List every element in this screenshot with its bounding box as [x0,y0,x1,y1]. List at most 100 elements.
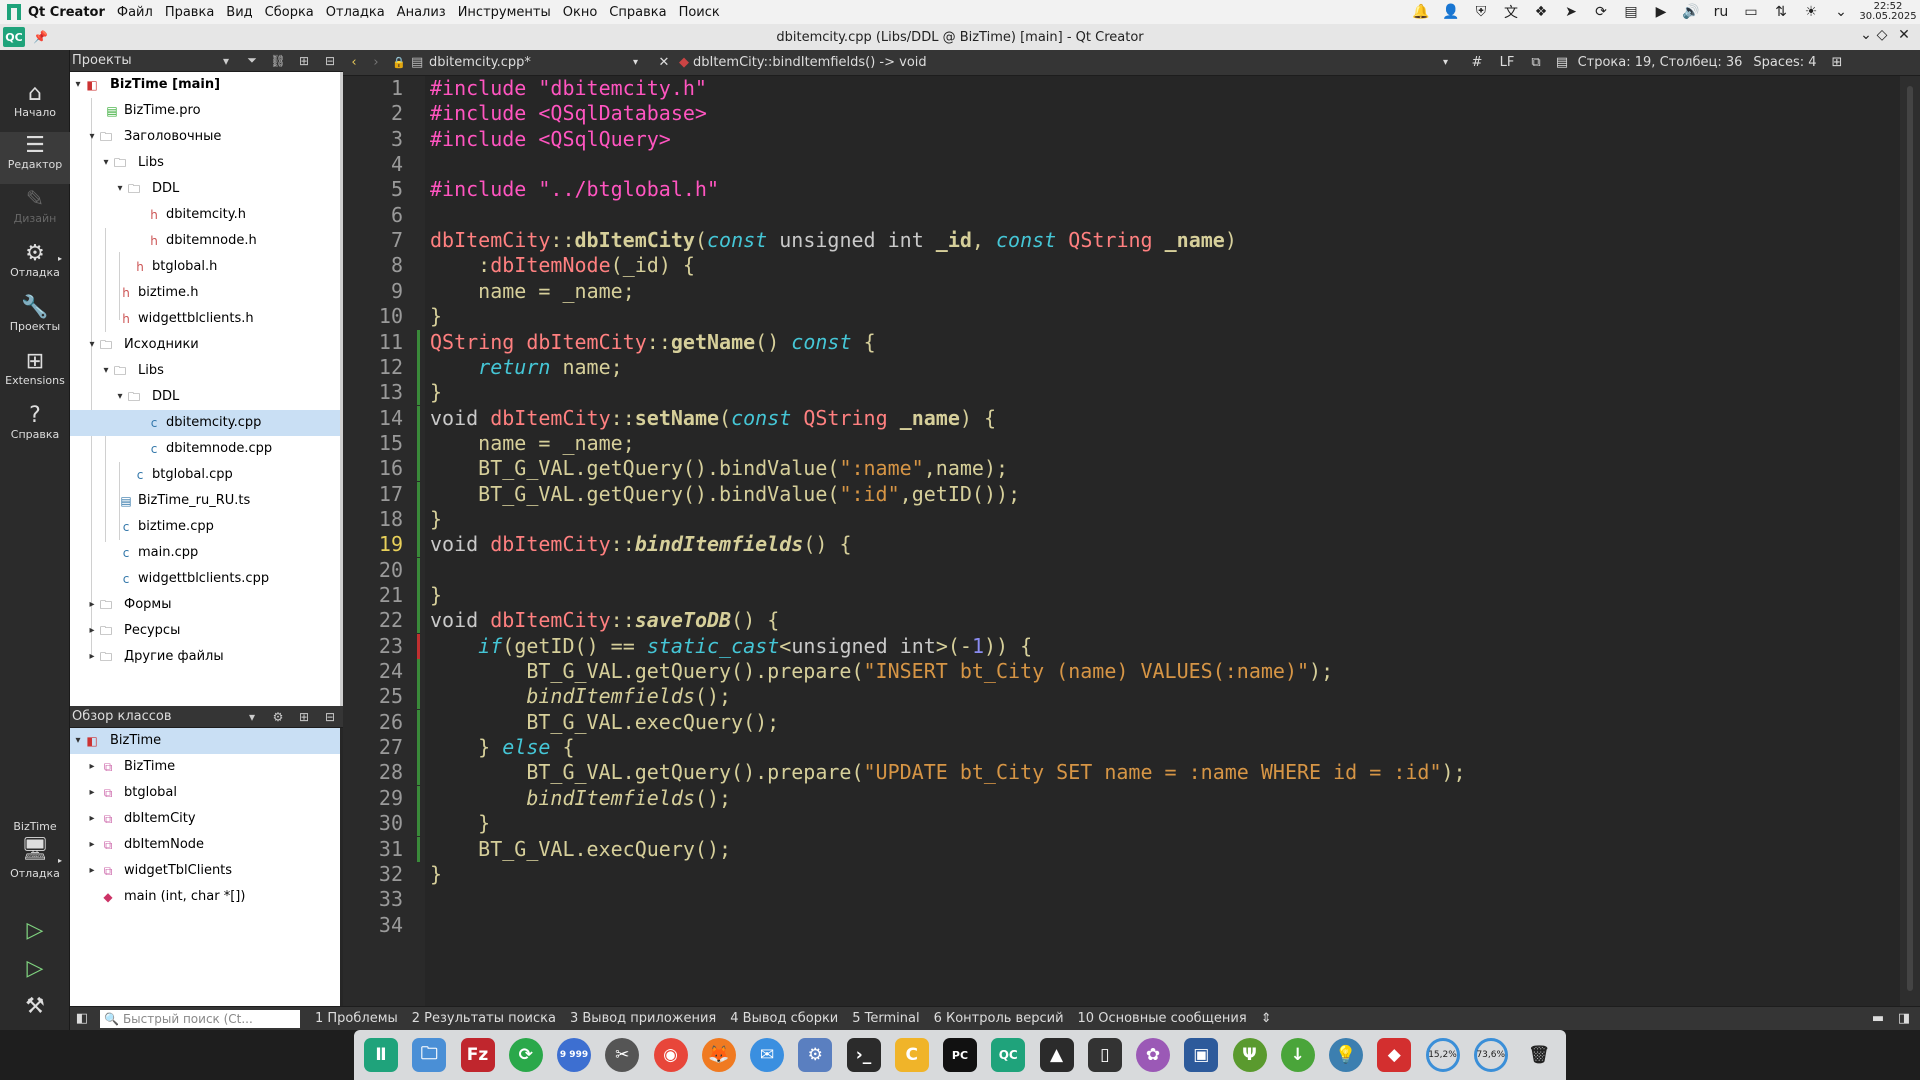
clock[interactable]: 22:52 30.05.2025 [1856,2,1920,22]
tree-item-sources[interactable]: ▾ 🗀 Исходники [70,332,340,358]
mode-projects[interactable]: 🔧 Проекты [0,294,70,346]
cursor-position[interactable]: Строка: 19, Столбец: 36 [1575,55,1745,70]
shield-icon[interactable]: ⛨ [1466,4,1496,20]
toggle-right-sidebar-icon[interactable]: ◨ [1892,1011,1916,1026]
code-editor[interactable]: #include "dbitemcity.h" #include <QSqlDat… [425,76,1900,1006]
download-icon[interactable]: ↓ [1280,1038,1315,1072]
nav-forward-icon[interactable]: › [365,55,387,70]
qt-creator-app-icon[interactable]: QC [3,27,25,47]
krita-icon[interactable]: ✿ [1136,1038,1170,1072]
menu-file[interactable]: Файл [117,5,153,20]
tree-item-forms[interactable]: ▸ 🗀 Формы [70,592,340,618]
menu-debug[interactable]: Отладка [326,5,385,20]
qtcreator-dock-icon[interactable]: QC [991,1038,1026,1072]
tree-item-dbitemnode-cpp[interactable]: c dbitemnode.cpp [70,436,340,462]
toggle-sidebar-icon[interactable]: ◧ [70,1011,94,1026]
tree-item-headers-libs[interactable]: ▾ 🗀 Libs [70,150,340,176]
class-item[interactable]: ▸ ⧉ dbItemCity [70,806,340,832]
tree-item-pro-file[interactable]: ▤ BizTime.pro [70,98,340,124]
firefox-icon[interactable]: 🦊 [701,1038,736,1072]
file-manager-icon[interactable]: 🗀 [412,1038,447,1072]
menu-analyze[interactable]: Анализ [397,5,446,20]
qt-maintenance-icon[interactable]: Ⅱ [364,1038,398,1072]
nav-back-icon[interactable]: ‹ [343,55,365,70]
more-tabs-icon[interactable]: ⇕ [1261,1011,1272,1026]
menu-build[interactable]: Сборка [265,5,314,20]
class-item[interactable]: ▸ ⧉ widgetTblClients [70,858,340,884]
idea-icon[interactable]: 💡 [1329,1038,1363,1072]
tree-item-dbitemnode-h[interactable]: h dbitemnode.h [70,228,340,254]
tree-item-btglobal-h[interactable]: h btglobal.h [70,254,340,280]
class-item[interactable]: ▸ ⧉ BizTime [70,754,340,780]
symbol-combo[interactable]: dbItemCity::bindItemfields() -> void [693,55,1443,70]
network-icon[interactable]: ⇅ [1766,4,1796,20]
tree-item-headers-ddl[interactable]: ▾ 🗀 DDL [70,176,340,202]
close-document-icon[interactable]: ✕ [649,55,679,70]
trash-icon[interactable]: 🗑 [1522,1038,1556,1072]
tree-item-other-files[interactable]: ▸ 🗀 Другие файлы [70,644,340,670]
tab-compile-output[interactable]: 4 Вывод сборки [730,1011,838,1026]
tree-item-project-root[interactable]: ▾ ◧ BizTime [main] [70,72,340,98]
cpu-monitor[interactable]: 15,2% [1425,1038,1460,1072]
android-studio-icon[interactable]: Ψ [1232,1038,1267,1072]
class-item-function[interactable]: ◆ main (int, char *[]) [70,884,340,910]
tree-item-main-cpp[interactable]: c main.cpp [70,540,340,566]
tree-item-headers[interactable]: ▾ 🗀 Заголовочные [70,124,340,150]
menu-edit[interactable]: Правка [165,5,214,20]
sync-class-icon[interactable]: ⚙ [265,710,291,724]
memory-monitor[interactable]: 73,6% [1473,1038,1508,1072]
close-icon[interactable]: ✕ [1894,27,1914,47]
kit-selector[interactable]: BizTime 🖥 Отладка ▸ [0,820,70,904]
media-play-icon[interactable]: ▶ [1646,4,1676,20]
tray-expand-icon[interactable]: ⌄ [1826,4,1856,20]
dropdown-icon[interactable]: ▾ [239,710,265,724]
menu-help[interactable]: Справка [609,5,666,20]
user-icon[interactable]: 👤 [1436,4,1466,20]
tree-item-widgettblclients-h[interactable]: h widgettblclients.h [70,306,340,332]
tree-item-btglobal-cpp[interactable]: c btglobal.cpp [70,462,340,488]
app-menu-name[interactable]: Qt Creator [28,5,105,20]
telegram-icon[interactable]: ➤ [1556,4,1586,20]
mode-design[interactable]: ✎ Дизайн [0,186,70,238]
filter-icon[interactable]: ⏷ [239,53,265,68]
menu-view[interactable]: Вид [226,5,252,20]
indent-setting[interactable]: Spaces: 4 [1745,55,1825,70]
tree-item-sources-libs[interactable]: ▾ 🗀 Libs [70,358,340,384]
chrome-icon[interactable]: ◉ [653,1038,688,1072]
filezilla-icon[interactable]: Fz [460,1038,495,1072]
mail-icon[interactable]: 9 999 [557,1038,591,1072]
anydesk-icon[interactable]: ◆ [1377,1038,1412,1072]
split-editor-icon[interactable]: ⧉ [1523,55,1549,70]
tree-item-resources[interactable]: ▸ 🗀 Ресурсы [70,618,340,644]
tab-version-control[interactable]: 6 Контроль версий [934,1011,1064,1026]
dropbox-icon[interactable]: ❖ [1526,4,1556,20]
pin-icon[interactable]: 📌 [33,30,48,44]
sync-icon[interactable]: ⟳ [1586,4,1616,20]
split-icon[interactable]: ⊞ [291,54,317,68]
tab-issues[interactable]: 1 Проблемы [315,1011,398,1026]
editor-gutter[interactable]: 1 2 3 4 5 6 7 8 9 10 11 12 13 14 15 16 17 18 19 20 21 22 23 24 2… [343,76,425,1006]
tab-application-output[interactable]: 3 Вывод приложения [570,1011,716,1026]
close-panel-icon[interactable]: ⊟ [317,54,343,68]
thunderbird-icon[interactable]: ✉ [750,1038,784,1072]
build-button[interactable]: ⚒ [0,988,70,1026]
close-panel-icon[interactable]: ⊟ [317,710,343,724]
clion-icon[interactable]: C [894,1038,929,1072]
maximize-icon[interactable]: ◇ [1872,27,1892,47]
line-ending-button[interactable]: LF [1491,55,1523,70]
inkscape-icon[interactable]: ▲ [1039,1038,1074,1072]
refresh-app-icon[interactable]: ⟳ [508,1038,543,1072]
mode-debug[interactable]: ⚙ Отладка ▸ [0,240,70,292]
outline-icon[interactable]: ▤ [1549,55,1575,70]
editor-scrollbar[interactable] [1900,76,1920,1006]
lock-icon[interactable]: 🔒 [387,56,411,69]
volume-icon[interactable]: 🔊 [1676,4,1706,20]
menu-search[interactable]: Поиск [679,5,720,20]
open-document-combo[interactable]: dbitemcity.cpp* [429,55,633,70]
class-item[interactable]: ▸ ⧉ dbItemNode [70,832,340,858]
tree-item-sources-ddl[interactable]: ▾ 🗀 DDL [70,384,340,410]
tree-item-dbitemcity-h[interactable]: h dbitemcity.h [70,202,340,228]
translate-icon[interactable]: 文 [1496,2,1526,22]
debug-run-button[interactable]: ▷ [0,950,70,988]
class-item[interactable]: ▸ ⧉ btglobal [70,780,340,806]
